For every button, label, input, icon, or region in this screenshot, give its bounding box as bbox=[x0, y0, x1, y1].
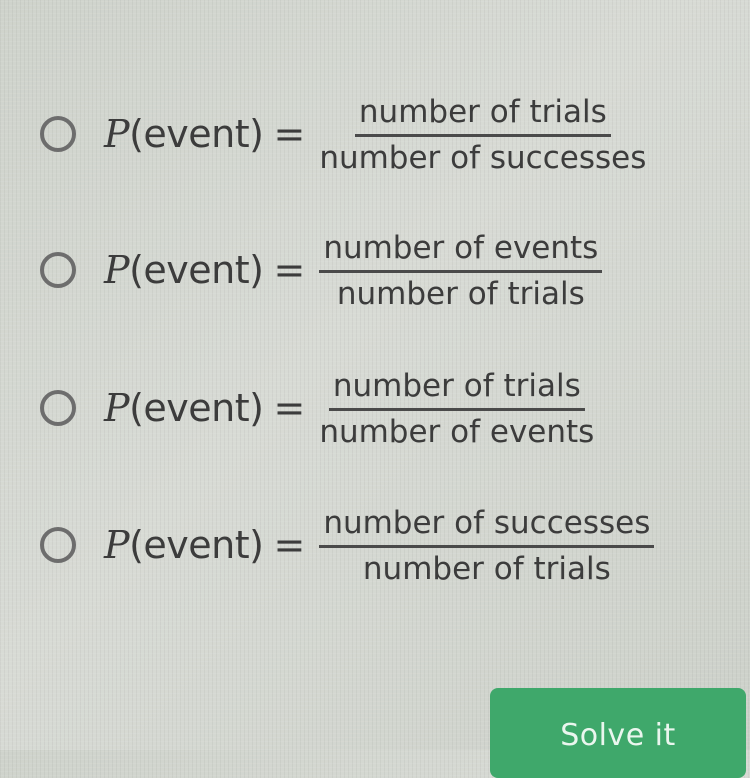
fraction-denominator: number of events bbox=[319, 413, 595, 450]
answer-option-1[interactable]: P(event) = number of trials number of su… bbox=[40, 86, 646, 182]
fraction-numerator: number of trials bbox=[328, 369, 585, 411]
fraction-numerator: number of trials bbox=[354, 95, 611, 137]
formula-lhs: P(event) bbox=[104, 386, 264, 430]
equals-sign: = bbox=[273, 112, 306, 156]
fraction-numerator: number of events bbox=[319, 231, 603, 273]
formula: P(event) = number of trials number of ev… bbox=[104, 369, 594, 448]
answer-option-3[interactable]: P(event) = number of trials number of ev… bbox=[40, 360, 594, 456]
fraction-denominator: number of successes bbox=[319, 139, 647, 176]
formula-lhs: P(event) bbox=[104, 248, 264, 292]
equals-sign: = bbox=[273, 523, 306, 567]
event-label: (event) bbox=[129, 112, 264, 156]
fraction: number of events number of trials bbox=[319, 231, 603, 312]
radio-button-icon[interactable] bbox=[40, 527, 76, 563]
radio-button-icon[interactable] bbox=[40, 252, 76, 288]
equals-sign: = bbox=[273, 248, 306, 292]
answer-options: P(event) = number of trials number of su… bbox=[0, 0, 750, 640]
answer-option-2[interactable]: P(event) = number of events number of tr… bbox=[40, 222, 603, 318]
probability-symbol: P bbox=[104, 248, 130, 292]
event-label: (event) bbox=[129, 386, 264, 430]
event-label: (event) bbox=[129, 248, 264, 292]
event-label: (event) bbox=[129, 523, 264, 567]
radio-button-icon[interactable] bbox=[40, 116, 76, 152]
equals-sign: = bbox=[273, 386, 306, 430]
probability-symbol: P bbox=[104, 386, 130, 430]
probability-symbol: P bbox=[104, 523, 130, 567]
formula: P(event) = number of events number of tr… bbox=[104, 231, 603, 312]
solve-button[interactable]: Solve it bbox=[490, 688, 746, 778]
formula: P(event) = number of trials number of su… bbox=[104, 95, 646, 174]
fraction-denominator: number of trials bbox=[336, 275, 585, 312]
radio-button-icon[interactable] bbox=[40, 390, 76, 426]
answer-option-4[interactable]: P(event) = number of successes number of… bbox=[40, 497, 655, 593]
formula: P(event) = number of successes number of… bbox=[104, 506, 655, 587]
fraction: number of trials number of successes bbox=[319, 95, 646, 174]
fraction: number of trials number of events bbox=[319, 369, 594, 448]
fraction-numerator: number of successes bbox=[319, 506, 655, 548]
fraction: number of successes number of trials bbox=[319, 506, 655, 587]
fraction-denominator: number of trials bbox=[362, 550, 611, 587]
probability-symbol: P bbox=[104, 112, 130, 156]
formula-lhs: P(event) bbox=[104, 112, 264, 156]
formula-lhs: P(event) bbox=[104, 523, 264, 567]
